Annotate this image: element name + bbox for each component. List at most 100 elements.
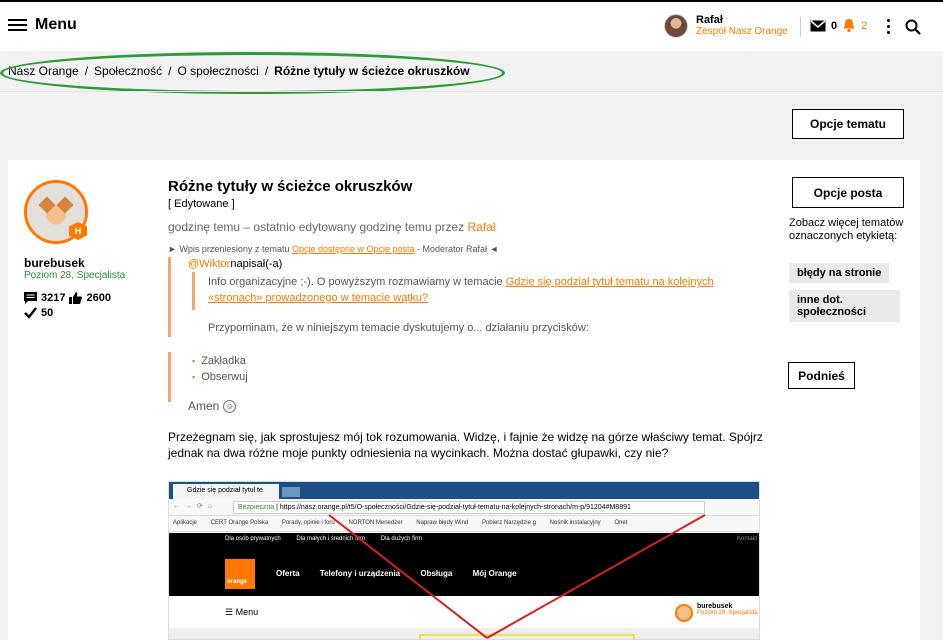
top-bar: Menu Rafał Zespół Nasz Orange 0 2 (0, 0, 943, 51)
orange-top-links: Dla osób prywatnych Dla małych i średnic… (169, 533, 759, 546)
shot-user-name: burebusek (697, 603, 733, 610)
bell-icon[interactable] (842, 18, 856, 33)
user-profile[interactable]: Rafał Zespół Nasz Orange (664, 14, 788, 38)
moved-prefix: ► Wpis przeniesiony z tematu (168, 244, 292, 254)
breadcrumb: Nasz Orange / Społeczność / O społecznoś… (8, 64, 470, 78)
user-team: Zespół Nasz Orange (696, 26, 788, 37)
top-link: Dla małych i średnich firm (296, 536, 366, 542)
top-link: Dla osób prywatnych (225, 536, 281, 542)
author-name[interactable]: burebusek (24, 256, 85, 270)
smile-icon: ☺ (223, 399, 237, 413)
orange-logo: orange (225, 559, 255, 589)
bookmark-item: Pobierz Narzędzie g (481, 520, 536, 526)
menu-item: Telefony i urządzenia (319, 569, 401, 578)
amen-line: Amen ☺ (188, 399, 237, 413)
menu-item: Mój Orange (472, 569, 517, 578)
post-body: Przeżegnam się, jak sprostujesz mój tok … (168, 430, 763, 460)
likes-stat: 2600 (86, 291, 111, 304)
tag-bledy-na-stronie[interactable]: błędy na stronie (789, 263, 890, 283)
topic-options-button[interactable]: Opcje tematu (792, 109, 904, 139)
menu-button[interactable]: Menu (8, 16, 77, 34)
quote-author: @Wiktornapisał(-a) (188, 258, 282, 270)
avatar (675, 604, 693, 622)
bump-button[interactable]: Podnieś (788, 362, 855, 389)
post-options-button[interactable]: Opcje posta (792, 177, 904, 208)
breadcrumb-current: Różne tytuły w ścieżce okruszków (274, 64, 470, 78)
url-field: Bezpieczna | https://nasz.orange.pl/t5/O… (233, 501, 705, 514)
top-link: Dla dużych firm (380, 536, 423, 542)
bookmark-item: CERT Orange Polska (210, 520, 269, 526)
notifications-count: 2 (861, 19, 868, 32)
tag-inne-dot-spolecznosci[interactable]: inne dot. społeczności (789, 290, 900, 322)
contact-link: Kontakt (737, 536, 758, 542)
messages-stat: 3217 (41, 291, 66, 304)
browser-tab: Gdzie się podział tytuł te (173, 484, 279, 499)
mention-suffix: napisał(-a) (230, 258, 283, 270)
moved-note: ► Wpis przeniesiony z tematu Opcje dostę… (168, 244, 498, 254)
tags-label: Zobacz więcej tematów oznaczonych etykie… (789, 217, 904, 242)
secure-label: Bezpieczna (238, 504, 275, 511)
author-rank: Poziom 28, Specjalista (24, 270, 126, 281)
thumbs-up-icon (69, 291, 83, 304)
header-icons: 0 2 (810, 18, 867, 33)
divider (0, 91, 943, 92)
messages-count: 0 (831, 19, 838, 32)
bookmark-item: Napraw błędy Wind (416, 520, 469, 526)
quote-paragraph: Info organizacyjne ;-). O powyższym rozm… (208, 274, 728, 306)
edit-meta: godzinę temu – ostatnio edytowany godzin… (168, 220, 496, 234)
menu-item: Oferta (276, 569, 300, 578)
mention-link[interactable]: @Wiktor (188, 258, 230, 270)
quote-paragraph-text: Info organizacyjne ;-). O powyższym rozm… (208, 276, 506, 288)
edited-tag[interactable]: [ Edytowane ] (168, 198, 235, 210)
author-stats: 3217 2600 50 (24, 290, 111, 320)
moved-suffix: - Moderator Rafał ◄ (414, 244, 499, 254)
amen-text: Amen (188, 399, 220, 413)
shot-user-rank: Poziom 28, Specjalista (697, 610, 758, 616)
sub-menu-text: Menu (235, 607, 259, 617)
nested-quote-bar (192, 272, 195, 310)
breadcrumb-item-community[interactable]: Społeczność (94, 64, 162, 78)
orange-main-nav: orange Oferta Telefony i urządzenia Obsł… (169, 546, 759, 596)
list-item: Zakładka (192, 353, 248, 369)
forum-subbar: ☰ Menu burebusek Poziom 28, Specjalista (169, 596, 759, 628)
quote-list: Zakładka Obserwuj (192, 353, 248, 385)
browser-nav-icons: ←→⟳⌂ (173, 503, 218, 510)
breadcrumb-separator: / (84, 64, 89, 78)
moved-from-link[interactable]: Opcje dostępne w Opcje posta (292, 244, 415, 254)
avatar (664, 14, 688, 38)
more-options-icon[interactable] (887, 19, 891, 35)
bookmarks-bar: Aplikacje CERT Orange Polska Porady, opi… (169, 516, 759, 532)
quote-bar (168, 257, 171, 337)
checkmark-icon (24, 306, 37, 319)
bookmark-item: Nośnik instalacyjny (549, 520, 601, 526)
bookmark-item: Aplikacje (173, 520, 198, 526)
breadcrumb-separator: / (264, 64, 269, 78)
shot-user: burebusek Poziom 28, Specjalista (697, 603, 758, 616)
editor-link[interactable]: Rafał (468, 220, 496, 234)
new-tab-icon (282, 487, 300, 497)
orange-menu: Oferta Telefony i urządzenia Obsługa Mój… (276, 569, 535, 578)
menu-item: Obsługa (420, 569, 453, 578)
sub-menu-label: ☰ Menu (225, 607, 259, 617)
edit-meta-text: godzinę temu – ostatnio edytowany godzin… (168, 220, 468, 234)
breadcrumb-separator: / (168, 64, 172, 78)
quote-bar (168, 352, 171, 402)
breadcrumb-item-home[interactable]: Nasz Orange (8, 64, 79, 78)
divider (800, 17, 801, 37)
breadcrumb-item-about[interactable]: O społeczności (177, 64, 258, 78)
hamburger-icon (8, 18, 27, 32)
menu-label: Menu (35, 16, 77, 33)
user-name: Rafał (696, 14, 723, 26)
search-icon[interactable] (905, 19, 921, 35)
solutions-stat: 50 (41, 306, 54, 319)
quote-paragraph: Przypominam, że w niniejszym temacie dys… (208, 322, 589, 334)
bookmark-item: Porady, opinie i foru (281, 520, 335, 526)
envelope-icon[interactable] (810, 19, 826, 32)
list-item: Obserwuj (192, 369, 247, 385)
browser-tab-bar: Gdzie się podział tytuł te (169, 482, 759, 499)
post-image[interactable]: Gdzie się podział tytuł te ←→⟳⌂ Bezpiecz… (168, 481, 760, 640)
bookmark-item: NORTON Menedżer (348, 520, 403, 526)
comment-icon (24, 291, 37, 304)
post-title: Różne tytuły w ścieżce okruszków (168, 178, 413, 195)
url-text: https://nasz.orange.pl/t5/O-społeczności… (279, 504, 631, 511)
